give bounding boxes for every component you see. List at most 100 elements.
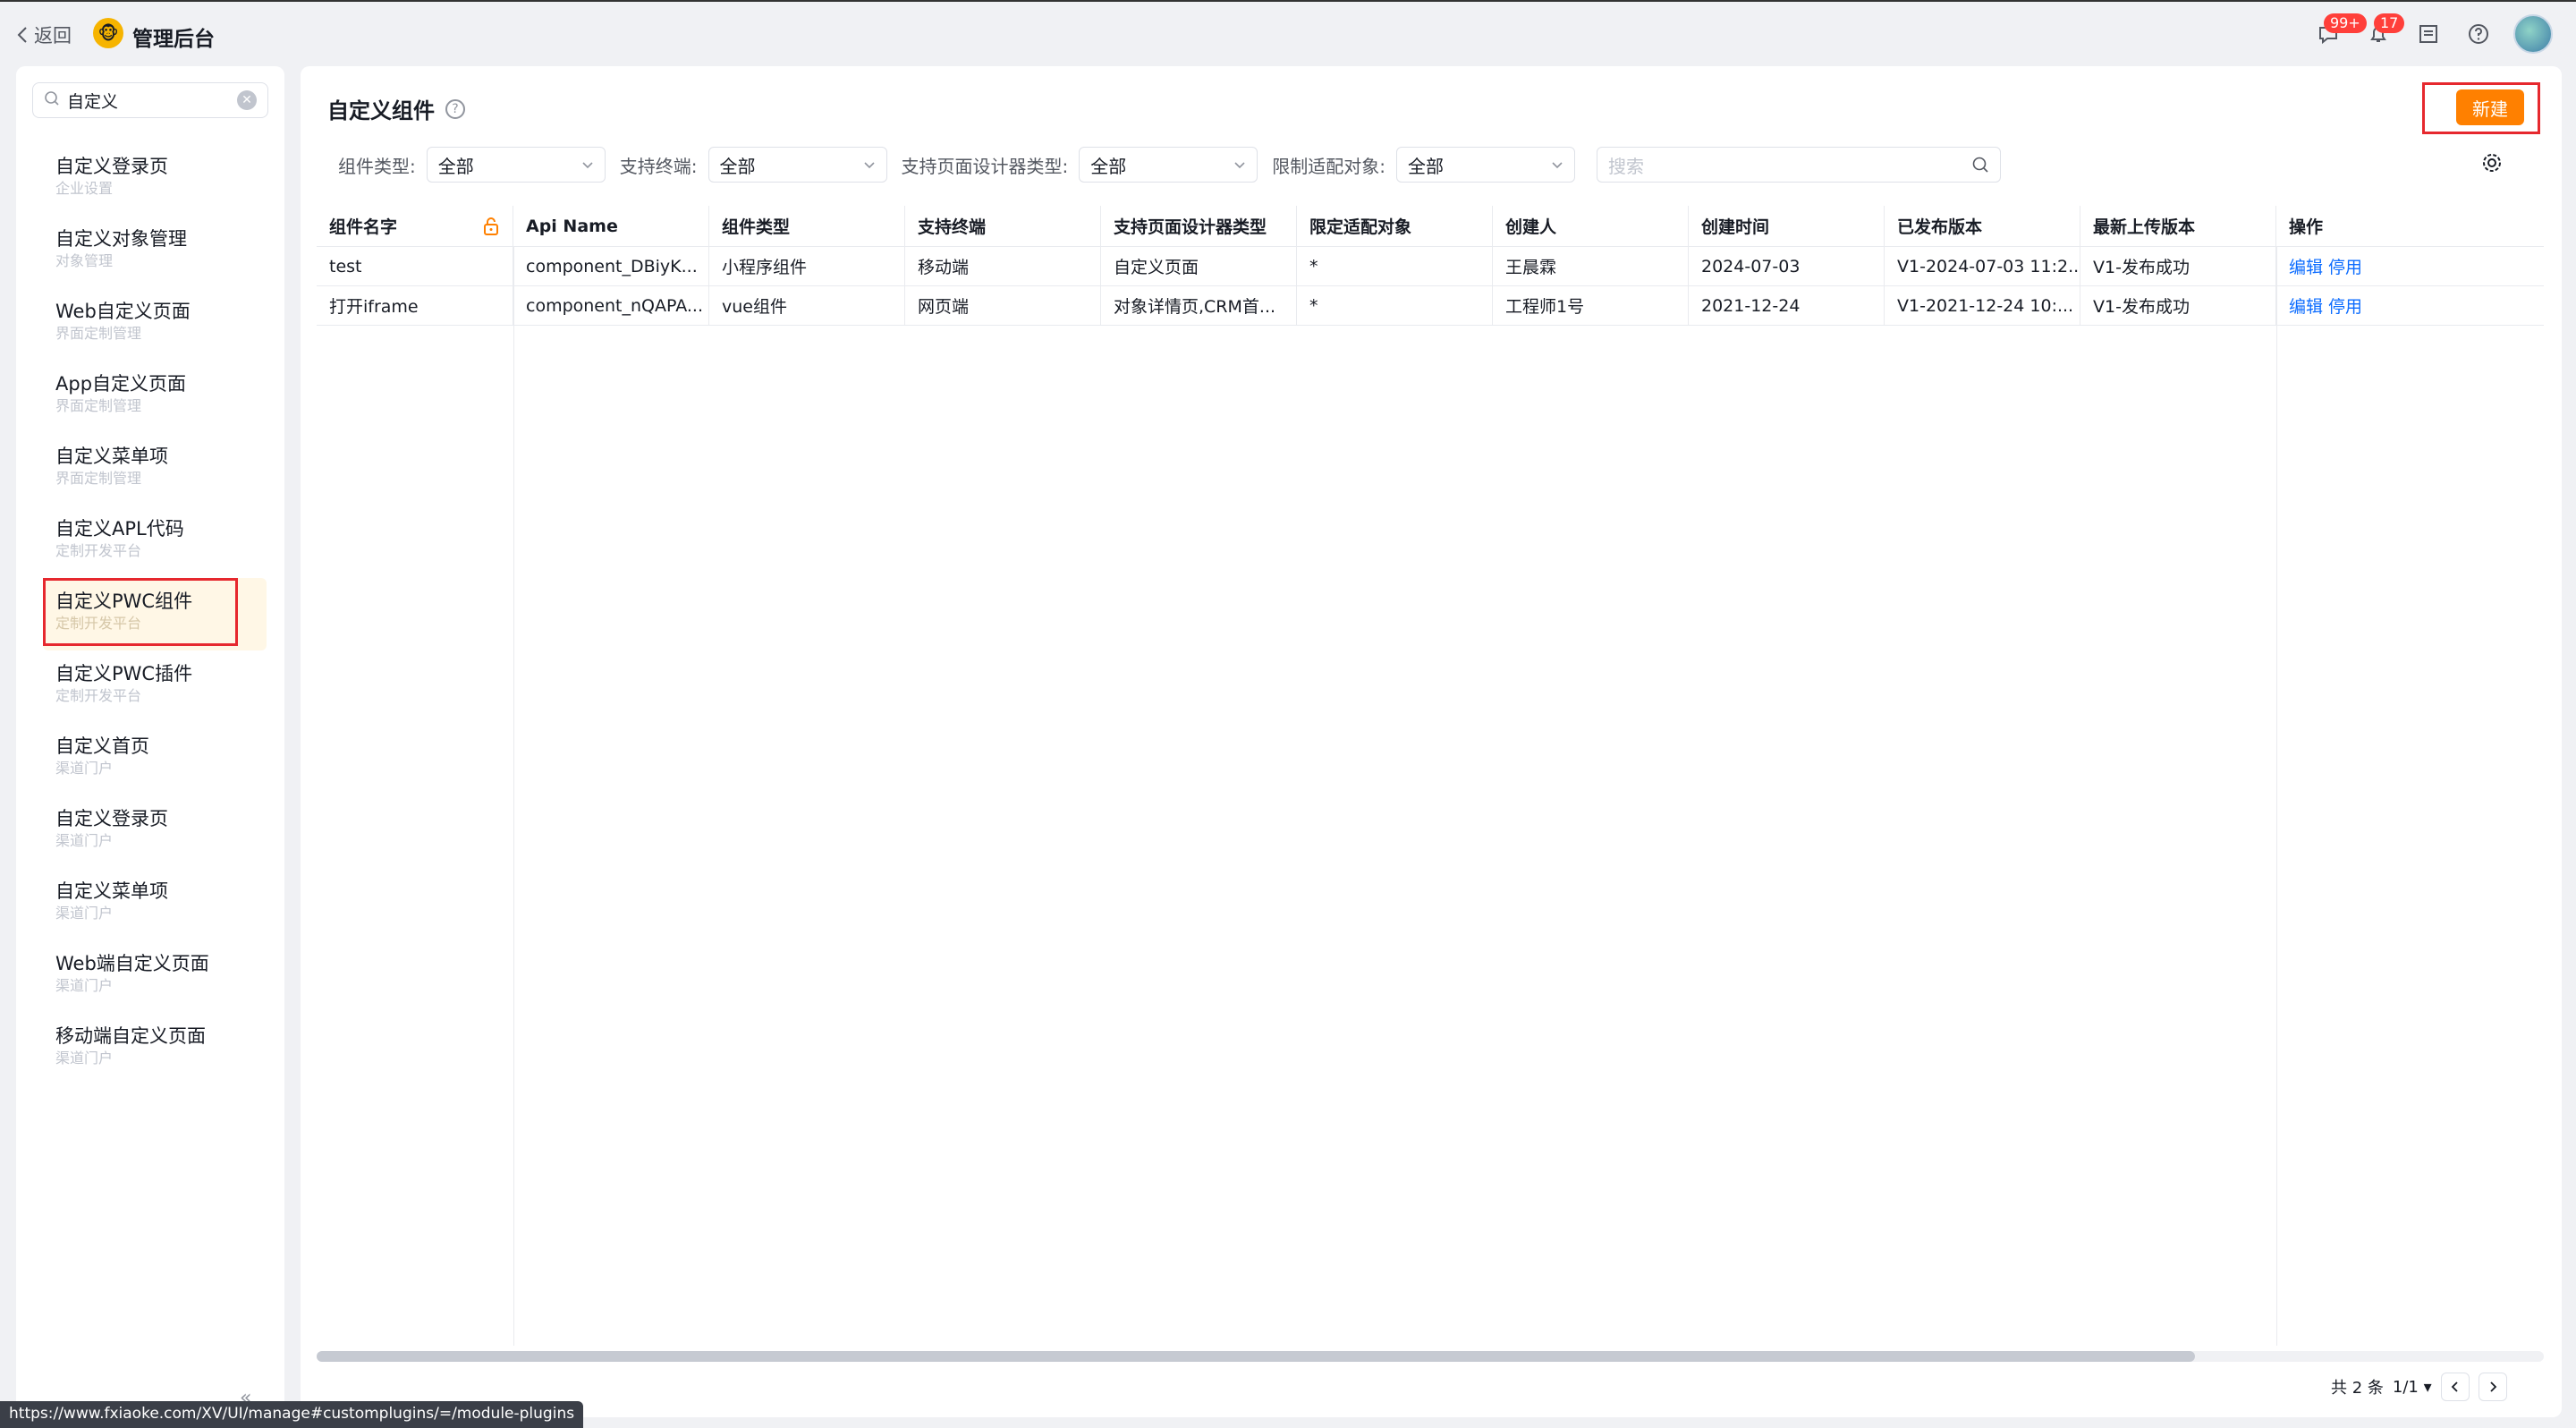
sidebar-search-input[interactable]: 自定义 ✕	[32, 82, 268, 118]
settings-gear-icon[interactable]	[2479, 150, 2504, 175]
column-header[interactable]: 限定适配对象	[1297, 206, 1493, 246]
edit-link[interactable]: 编辑	[2289, 293, 2323, 318]
designer-type-select[interactable]: 全部	[1079, 147, 1258, 183]
sidebar-item-label: 自定义登录页	[55, 808, 168, 829]
clear-search-icon[interactable]: ✕	[237, 90, 257, 110]
sidebar-item-category: 渠道门户	[55, 832, 114, 849]
column-header[interactable]: 创建人	[1493, 206, 1689, 246]
chevron-left-icon	[2451, 1381, 2458, 1392]
sidebar-item-category: 企业设置	[55, 180, 114, 197]
sidebar-item-label: App自定义页面	[55, 373, 187, 395]
filter-label-designer-type: 支持页面设计器类型:	[901, 155, 1069, 177]
sidebar-item[interactable]: 自定义菜单项界面定制管理	[16, 433, 284, 506]
column-header-label: 已发布版本	[1897, 217, 1983, 237]
sidebar-item-category: 界面定制管理	[55, 470, 142, 487]
sidebar-item[interactable]: Web自定义页面 界面定制管理	[16, 288, 284, 361]
chevron-down-icon	[1552, 162, 1563, 169]
table-cell: 移动端	[905, 247, 1101, 285]
target-object-value: 全部	[1408, 155, 1444, 177]
designer-type-value: 全部	[1090, 155, 1127, 177]
filter-label-terminal: 支持终端:	[619, 155, 698, 177]
sidebar-item-category: 渠道门户	[55, 760, 114, 777]
pager-page-select[interactable]: 1/1 ▾	[2393, 1378, 2432, 1397]
help-button[interactable]	[2463, 19, 2494, 49]
table-cell: 自定义页面	[1101, 247, 1297, 285]
table-cell: 工程师1号	[1493, 286, 1689, 325]
table-cell: vue组件	[709, 286, 905, 325]
column-header[interactable]: 支持页面设计器类型	[1101, 206, 1297, 246]
column-header[interactable]: 操作	[2276, 206, 2472, 246]
table-header: 组件名字 Api Name 组件类型 支持终端 支持页面设计器类型 限定适配对象 创建人 创建…	[317, 206, 2544, 247]
column-header[interactable]: Api Name	[513, 206, 709, 246]
column-divider	[2276, 247, 2277, 1346]
inbox-icon	[2419, 25, 2437, 43]
messages-button[interactable]: 99+	[2313, 13, 2367, 49]
table-cell: V1-发布成功	[2080, 286, 2276, 325]
user-avatar[interactable]	[2513, 14, 2553, 54]
sidebar-item-label: 自定义菜单项	[55, 446, 168, 467]
sidebar-item[interactable]: 自定义对象管理 对象管理	[16, 216, 284, 288]
table-row[interactable]: 打开iframe component_nQAPA... vue组件 网页端 对象详情页,…	[317, 286, 2544, 326]
column-header[interactable]: 创建时间	[1689, 206, 1885, 246]
actions-cell: 编辑 停用	[2276, 247, 2472, 285]
sidebar-item[interactable]: App自定义页面界面定制管理	[16, 361, 284, 433]
prev-page-button[interactable]	[2440, 1373, 2470, 1401]
sidebar-item-category: 对象管理	[55, 252, 114, 269]
table-row[interactable]: test component_DBiyK... 小程序组件 移动端 自定义页面 * 王晨霖 2…	[317, 247, 2544, 286]
notifications-badge: 17	[2374, 13, 2405, 33]
column-header[interactable]: 组件名字	[317, 206, 513, 246]
chevron-down-icon	[863, 162, 875, 169]
column-header[interactable]: 支持终端	[905, 206, 1101, 246]
sidebar-item-category: 渠道门户	[55, 905, 114, 922]
page-title: 自定义组件 ?	[327, 93, 465, 124]
messages-badge: 99+	[2324, 13, 2367, 33]
sidebar-item[interactable]: 自定义登录页 企业设置	[16, 143, 284, 216]
tasks-button[interactable]	[2413, 19, 2444, 49]
sidebar-item[interactable]: 自定义菜单项 渠道门户	[16, 868, 284, 940]
sidebar-item[interactable]: Web端自定义页面 渠道门户	[16, 940, 284, 1013]
lock-icon[interactable]	[482, 217, 500, 236]
sidebar-item-category: 界面定制管理	[55, 397, 142, 414]
sidebar-search-value: 自定义	[67, 91, 119, 112]
component-type-select[interactable]: 全部	[426, 147, 606, 183]
sidebar-item[interactable]: 自定义APL代码 定制开发平台	[16, 506, 284, 578]
back-button[interactable]: 返回	[16, 21, 72, 48]
disable-link[interactable]: 停用	[2328, 293, 2362, 318]
notifications-button[interactable]: 17	[2363, 13, 2405, 49]
terminal-select[interactable]: 全部	[708, 147, 887, 183]
column-header[interactable]: 组件类型	[709, 206, 905, 246]
column-header[interactable]: 已发布版本	[1885, 206, 2080, 246]
scrollbar-thumb[interactable]	[317, 1351, 2195, 1362]
back-label: 返回	[34, 25, 72, 47]
sidebar-item[interactable]: 自定义登录页渠道门户	[16, 795, 284, 868]
search-icon	[44, 90, 60, 111]
next-page-button[interactable]	[2478, 1373, 2507, 1401]
sidebar-item[interactable]: 自定义PWC插件 定制开发平台	[16, 650, 284, 723]
pager-page-value: 1/1	[2392, 1377, 2419, 1397]
column-header-label: 组件名字	[329, 217, 398, 237]
chevron-left-icon	[17, 27, 27, 43]
table-cell: *	[1297, 247, 1493, 285]
table-search-input[interactable]: 搜索	[1597, 147, 2001, 183]
table-cell: 2021-12-24	[1689, 286, 1885, 325]
column-header-label: 限定适配对象	[1309, 217, 1412, 237]
sidebar-item[interactable]: 移动端自定义页面 渠道门户	[16, 1013, 284, 1085]
search-icon[interactable]	[1971, 156, 1989, 174]
main-panel: 自定义组件 ? 新建 组件类型: 全部 支持终端: 全部 支持页面设计器类型: …	[301, 66, 2562, 1417]
terminal-value: 全部	[719, 155, 756, 177]
chevron-down-icon	[1234, 162, 1245, 169]
column-header-label: 组件类型	[722, 217, 791, 237]
app-logo-icon: 🐵	[93, 18, 123, 48]
horizontal-scrollbar[interactable]	[317, 1351, 2544, 1362]
disable-link[interactable]: 停用	[2328, 254, 2362, 278]
sidebar-item-label: 自定义PWC插件	[55, 663, 193, 684]
column-header[interactable]: 最新上传版本	[2080, 206, 2276, 246]
sidebar-item-label: 自定义首页	[55, 735, 149, 757]
column-header-label: 创建时间	[1701, 217, 1770, 237]
top-bar: 返回 🐵 管理后台 99+ 17	[0, 0, 2576, 64]
filter-bar: 组件类型: 全部 支持终端: 全部 支持页面设计器类型: 全部 限制适配对象: …	[338, 145, 2001, 184]
help-circle-icon[interactable]: ?	[445, 98, 465, 119]
edit-link[interactable]: 编辑	[2289, 254, 2323, 278]
target-object-select[interactable]: 全部	[1396, 147, 1575, 183]
sidebar-item[interactable]: 自定义首页 渠道门户	[16, 723, 284, 795]
